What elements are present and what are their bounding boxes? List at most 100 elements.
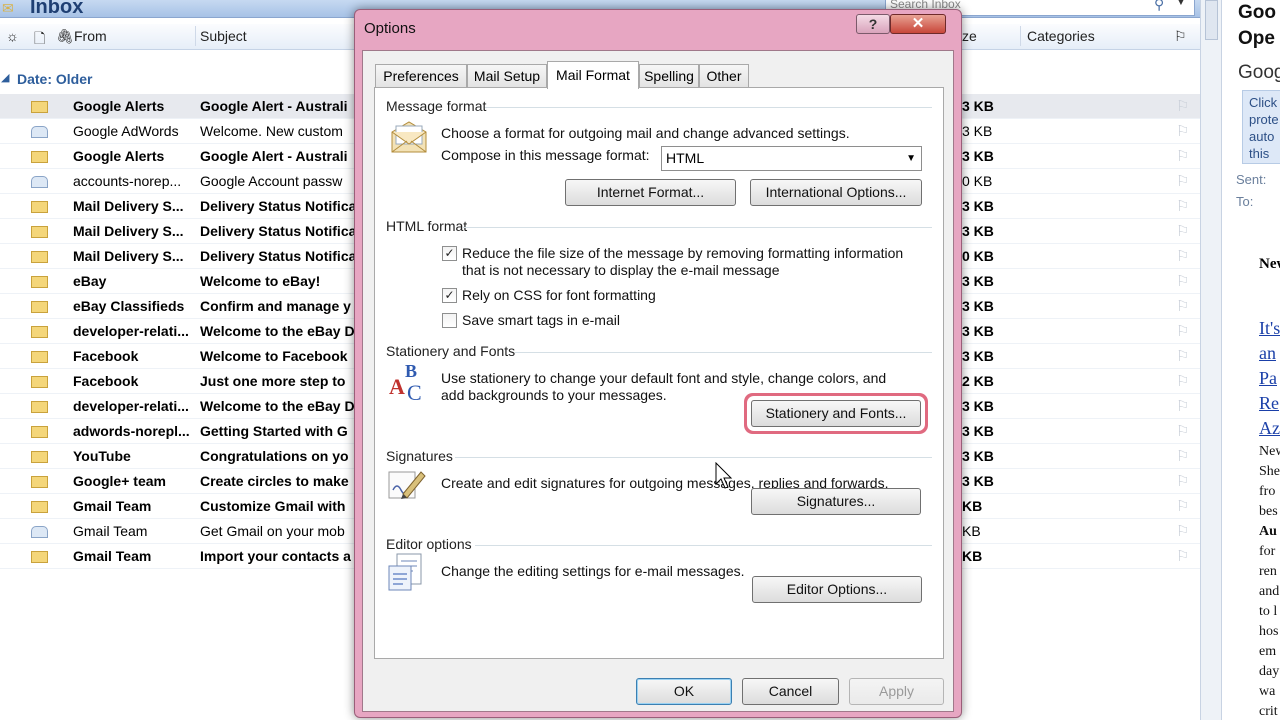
- smart-tags-label: Save smart tags in e-mail: [462, 312, 620, 328]
- row-subject: Just one more step to: [200, 373, 346, 389]
- icon-column-icon[interactable]: 🗋: [34, 28, 45, 52]
- help-button[interactable]: ?: [856, 14, 890, 34]
- flag-icon[interactable]: ⚐: [1176, 347, 1189, 365]
- row-size: 3 KB: [962, 398, 994, 414]
- editor-options-button[interactable]: Editor Options...: [752, 576, 922, 603]
- row-subject: Google Account passw: [200, 173, 343, 189]
- body-text-line: ren: [1259, 564, 1277, 579]
- body-text-line: wa: [1259, 684, 1276, 699]
- svg-text:B: B: [405, 361, 417, 381]
- flag-icon[interactable]: ⚐: [1176, 122, 1189, 140]
- scrollbar[interactable]: [1200, 0, 1222, 720]
- smart-tags-checkbox[interactable]: [442, 313, 457, 328]
- flag-column-icon[interactable]: ⚐: [1174, 28, 1187, 45]
- row-size: 3 KB: [962, 323, 994, 339]
- compose-format-select[interactable]: HTML ▼: [661, 146, 922, 171]
- importance-icon[interactable]: ☼: [6, 28, 19, 44]
- flag-icon[interactable]: ⚐: [1176, 297, 1189, 315]
- flag-icon[interactable]: ⚐: [1176, 322, 1189, 340]
- row-from: Gmail Team: [73, 523, 148, 539]
- body-text-line: hos: [1259, 624, 1279, 639]
- scrollbar-thumb[interactable]: [1205, 0, 1218, 40]
- unread-envelope-icon: [31, 101, 48, 113]
- flag-icon[interactable]: ⚐: [1176, 97, 1189, 115]
- body-link[interactable]: an: [1259, 343, 1276, 364]
- column-divider[interactable]: [195, 26, 196, 46]
- row-subject: Google Alert - Australi: [200, 98, 348, 114]
- flag-icon[interactable]: ⚐: [1176, 172, 1189, 190]
- flag-icon[interactable]: ⚐: [1176, 397, 1189, 415]
- reading-title: Goo: [1238, 2, 1276, 23]
- row-subject: Confirm and manage y: [200, 298, 351, 314]
- flag-icon[interactable]: ⚐: [1176, 447, 1189, 465]
- flag-icon[interactable]: ⚐: [1176, 197, 1189, 215]
- flag-icon[interactable]: ⚐: [1176, 372, 1189, 390]
- flag-icon[interactable]: ⚐: [1176, 497, 1189, 515]
- body-link[interactable]: It's: [1259, 318, 1280, 339]
- row-from: Facebook: [73, 373, 139, 389]
- flag-icon[interactable]: ⚐: [1176, 272, 1189, 290]
- internet-format-button[interactable]: Internet Format...: [565, 179, 736, 206]
- flag-icon[interactable]: ⚐: [1176, 472, 1189, 490]
- tab-mail-setup[interactable]: Mail Setup: [467, 64, 547, 88]
- column-from[interactable]: From: [74, 28, 107, 44]
- row-subject: Delivery Status Notifica: [200, 198, 357, 214]
- tab-mail-format[interactable]: Mail Format: [547, 61, 639, 89]
- chevron-down-icon[interactable]: ▼: [906, 147, 916, 170]
- row-from: Mail Delivery S...: [73, 198, 184, 214]
- row-size: 3 KB: [962, 148, 994, 164]
- flag-icon[interactable]: ⚐: [1176, 147, 1189, 165]
- chevron-down-icon[interactable]: ▼: [1176, 0, 1186, 8]
- collapse-icon[interactable]: ◢: [1, 71, 9, 84]
- editor-options-icon: [388, 553, 422, 591]
- body-link[interactable]: Az: [1259, 418, 1280, 439]
- reading-title: Ope: [1238, 28, 1275, 49]
- flag-icon[interactable]: ⚐: [1176, 222, 1189, 240]
- attachment-icon[interactable]: 🖇: [56, 28, 74, 45]
- body-link[interactable]: Pa: [1259, 368, 1277, 389]
- row-size: 3 KB: [962, 98, 994, 114]
- options-dialog: Options ? ✕ Preferences Mail Setup Mail …: [354, 9, 962, 718]
- info-bar[interactable]: Click prote auto this: [1242, 90, 1280, 164]
- row-from: Mail Delivery S...: [73, 248, 184, 264]
- to-label: To:: [1236, 194, 1254, 209]
- body-link[interactable]: Re: [1259, 393, 1279, 414]
- unread-envelope-icon: [31, 376, 48, 388]
- tab-spelling[interactable]: Spelling: [639, 64, 699, 88]
- close-button[interactable]: ✕: [890, 14, 946, 34]
- search-icon[interactable]: ⚲: [1154, 0, 1164, 13]
- flag-icon[interactable]: ⚐: [1176, 522, 1189, 540]
- stationery-fonts-button[interactable]: Stationery and Fonts...: [751, 400, 921, 427]
- tab-other[interactable]: Other: [699, 64, 749, 88]
- tab-preferences[interactable]: Preferences: [375, 64, 467, 88]
- column-categories[interactable]: Categories: [1027, 28, 1095, 44]
- info-text: auto: [1249, 129, 1275, 144]
- rely-css-checkbox[interactable]: ✓: [442, 288, 457, 303]
- apply-button[interactable]: Apply: [849, 678, 944, 705]
- body-text-line: to l: [1259, 604, 1278, 619]
- reduce-size-checkbox[interactable]: ✓: [442, 246, 457, 261]
- flag-icon[interactable]: ⚐: [1176, 547, 1189, 565]
- unread-envelope-icon: [31, 326, 48, 338]
- reading-pane: Goo Ope Goog Click prote auto this Sent:…: [1228, 0, 1280, 720]
- row-from: Facebook: [73, 348, 139, 364]
- cancel-button[interactable]: Cancel: [742, 678, 839, 705]
- signatures-button[interactable]: Signatures...: [751, 488, 921, 515]
- ok-button[interactable]: OK: [636, 678, 732, 705]
- row-from: Google+ team: [73, 473, 166, 489]
- column-size[interactable]: ze: [962, 28, 977, 44]
- international-options-button[interactable]: International Options...: [750, 179, 922, 206]
- unread-envelope-icon: [31, 351, 48, 363]
- envelope-icon: [391, 121, 427, 153]
- row-from: Mail Delivery S...: [73, 223, 184, 239]
- column-divider[interactable]: [1020, 26, 1021, 46]
- rely-css-label: Rely on CSS for font formatting: [462, 287, 656, 303]
- row-size: 3 KB: [962, 298, 994, 314]
- read-envelope-icon: [31, 176, 48, 188]
- info-text: Click: [1249, 95, 1278, 110]
- column-subject[interactable]: Subject: [200, 28, 247, 44]
- row-from: Google Alerts: [73, 98, 165, 114]
- row-subject: Welcome to the eBay D: [200, 323, 355, 339]
- flag-icon[interactable]: ⚐: [1176, 247, 1189, 265]
- flag-icon[interactable]: ⚐: [1176, 422, 1189, 440]
